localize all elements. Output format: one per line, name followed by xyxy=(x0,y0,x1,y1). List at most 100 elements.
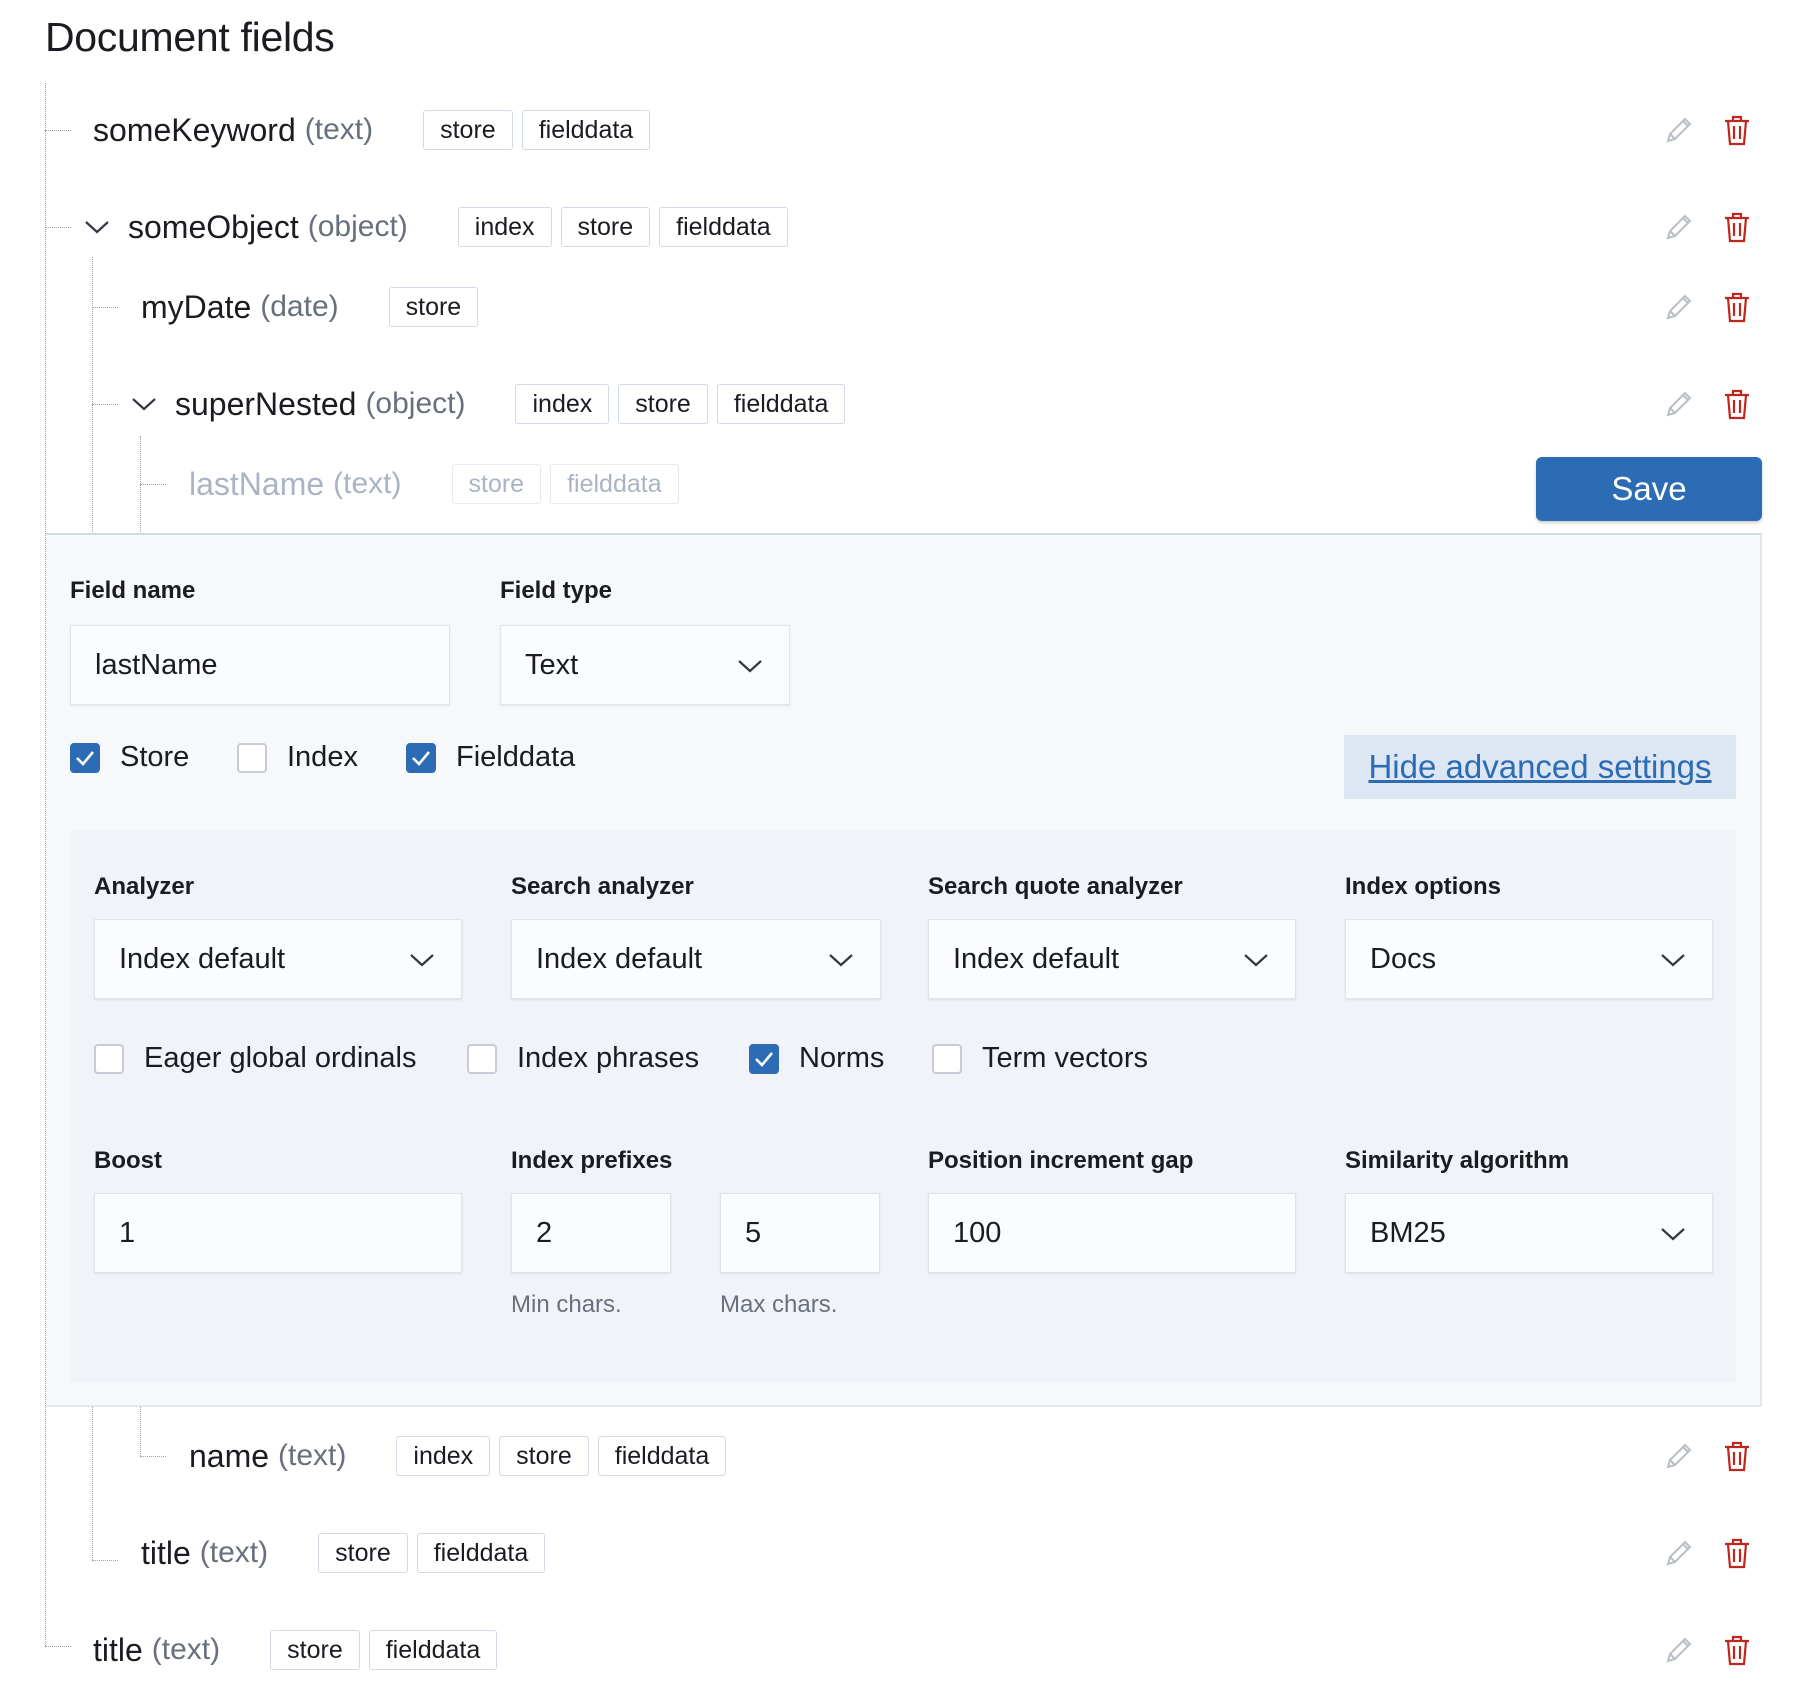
index-options-select[interactable]: Docs xyxy=(1345,919,1713,999)
tree-branch xyxy=(140,1456,166,1457)
field-name: someKeyword xyxy=(93,111,296,148)
search-analyzer-value: Index default xyxy=(536,942,703,975)
field-row-title-root[interactable]: title (text) store fielddata xyxy=(93,1627,498,1673)
chevron-down-icon xyxy=(1660,943,1686,976)
checkbox-box[interactable] xyxy=(237,742,267,773)
page-title: Document fields xyxy=(45,14,335,60)
analyzer-select[interactable]: Index default xyxy=(94,919,462,999)
checkmark-icon[interactable] xyxy=(749,1043,779,1074)
min-chars-input[interactable]: 2 xyxy=(511,1193,671,1273)
field-type: (object) xyxy=(365,387,466,420)
field-name: lastName xyxy=(189,465,325,502)
checkbox-box[interactable] xyxy=(932,1043,962,1074)
boost-label: Boost xyxy=(94,1147,162,1174)
chevron-down-icon xyxy=(828,943,854,976)
analyzer-label: Analyzer xyxy=(94,873,195,900)
field-row-title-nested[interactable]: title (text) store fielddata xyxy=(141,1530,546,1576)
field-type: (text) xyxy=(278,1439,347,1472)
chevron-down-icon xyxy=(1243,943,1269,976)
pencil-icon[interactable] xyxy=(1664,1438,1694,1474)
pencil-icon[interactable] xyxy=(1664,386,1694,422)
similarity-algorithm-label: Similarity algorithm xyxy=(1345,1147,1570,1174)
chevron-down-icon[interactable] xyxy=(131,391,157,417)
checkmark-icon[interactable] xyxy=(70,742,100,773)
trash-icon[interactable] xyxy=(1722,112,1752,148)
checkbox-box[interactable] xyxy=(94,1043,124,1074)
min-chars-hint: Min chars. xyxy=(511,1291,622,1318)
row-actions xyxy=(1664,204,1752,250)
checkbox-box[interactable] xyxy=(467,1043,497,1074)
eager-global-ordinals-checkbox[interactable]: Eager global ordinals xyxy=(94,1042,416,1075)
field-name-input[interactable]: lastName xyxy=(70,625,450,705)
field-type: (text) xyxy=(333,467,402,500)
row-actions xyxy=(1664,284,1752,330)
field-name-label: Field name xyxy=(70,577,196,604)
field-badges: store fielddata xyxy=(451,464,679,504)
eager-global-ordinals-label: Eager global ordinals xyxy=(144,1042,417,1074)
field-row-mydate[interactable]: myDate (date) store xyxy=(141,284,479,330)
max-chars-input[interactable]: 5 xyxy=(720,1193,880,1273)
trash-icon[interactable] xyxy=(1722,1632,1752,1668)
save-button[interactable]: Save xyxy=(1536,457,1762,521)
badge-store: store xyxy=(451,464,542,504)
max-chars-hint: Max chars. xyxy=(720,1291,838,1318)
boost-input[interactable]: 1 xyxy=(94,1193,462,1273)
field-name: name xyxy=(189,1437,270,1474)
field-badges: store fielddata xyxy=(318,1533,546,1573)
tree-branch xyxy=(92,1560,118,1561)
pencil-icon[interactable] xyxy=(1664,1535,1694,1571)
hide-advanced-settings-link[interactable]: Hide advanced settings xyxy=(1344,735,1736,799)
norms-checkbox[interactable]: Norms xyxy=(749,1042,884,1075)
field-type: (text) xyxy=(304,113,374,146)
badge-index: index xyxy=(396,1436,491,1476)
index-phrases-checkbox[interactable]: Index phrases xyxy=(467,1042,699,1075)
tree-branch xyxy=(92,404,118,405)
pencil-icon[interactable] xyxy=(1664,289,1694,325)
tree-branch xyxy=(140,484,166,485)
trash-icon[interactable] xyxy=(1722,1438,1752,1474)
field-badges: index store fielddata xyxy=(457,207,788,247)
pencil-icon[interactable] xyxy=(1664,1632,1694,1668)
field-row-somekeyword[interactable]: someKeyword (text) store fielddata xyxy=(93,107,651,153)
field-row-supernested[interactable]: superNested (object) index store fieldda… xyxy=(131,381,846,427)
field-type: (text) xyxy=(199,1536,269,1569)
pencil-icon[interactable] xyxy=(1664,209,1694,245)
field-row-someobject[interactable]: someObject (object) index store fielddat… xyxy=(84,204,788,250)
field-name: title xyxy=(141,1534,191,1571)
trash-icon[interactable] xyxy=(1722,1535,1752,1571)
badge-store: store xyxy=(423,110,513,150)
field-row-name[interactable]: name (text) index store fielddata xyxy=(189,1433,727,1479)
field-type-select[interactable]: Text xyxy=(500,625,790,705)
search-analyzer-label: Search analyzer xyxy=(511,873,694,900)
badge-store: store xyxy=(388,287,479,327)
fielddata-checkbox-label: Fielddata xyxy=(456,741,576,773)
fielddata-checkbox[interactable]: Fielddata xyxy=(406,741,575,774)
index-checkbox[interactable]: Index xyxy=(237,741,358,774)
badge-store: store xyxy=(270,1630,360,1670)
badge-fielddata: fielddata xyxy=(416,1533,546,1573)
norms-label: Norms xyxy=(799,1042,885,1074)
row-actions xyxy=(1664,1627,1752,1673)
position-increment-gap-input[interactable]: 100 xyxy=(928,1193,1296,1273)
term-vectors-label: Term vectors xyxy=(982,1042,1148,1074)
search-quote-analyzer-select[interactable]: Index default xyxy=(928,919,1296,999)
field-badges: store fielddata xyxy=(270,1630,498,1670)
store-checkbox[interactable]: Store xyxy=(70,741,189,774)
badge-store: store xyxy=(618,384,708,424)
pencil-icon[interactable] xyxy=(1664,112,1694,148)
field-name: someObject xyxy=(128,208,299,245)
checkmark-icon[interactable] xyxy=(406,742,436,773)
max-chars-value: 5 xyxy=(745,1216,762,1249)
index-options-label: Index options xyxy=(1345,873,1501,900)
badge-store: store xyxy=(560,207,651,247)
badge-store: store xyxy=(499,1436,589,1476)
chevron-down-icon[interactable] xyxy=(84,214,110,240)
term-vectors-checkbox[interactable]: Term vectors xyxy=(932,1042,1148,1075)
trash-icon[interactable] xyxy=(1722,209,1752,245)
search-analyzer-select[interactable]: Index default xyxy=(511,919,881,999)
trash-icon[interactable] xyxy=(1722,289,1752,325)
similarity-algorithm-select[interactable]: BM25 xyxy=(1345,1193,1713,1273)
row-actions xyxy=(1664,381,1752,427)
trash-icon[interactable] xyxy=(1722,386,1752,422)
position-increment-gap-label: Position increment gap xyxy=(928,1147,1194,1174)
